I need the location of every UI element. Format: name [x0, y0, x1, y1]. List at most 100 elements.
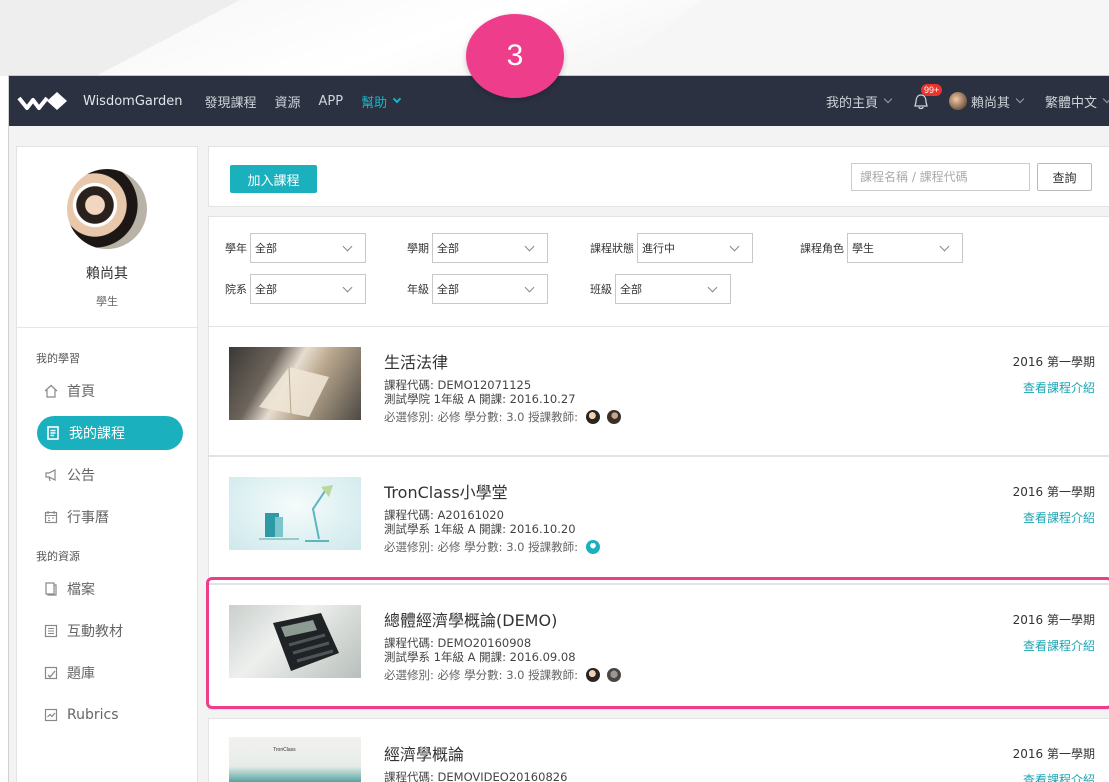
- grade-select[interactable]: 全部: [432, 274, 548, 304]
- course-card[interactable]: TronClass 經濟學概論 課程代碼: DEMOVIDEO20160826 …: [208, 718, 1109, 782]
- question-bank-icon: [43, 665, 59, 681]
- chevron-down-icon: [342, 241, 353, 252]
- join-course-button[interactable]: 加入課程: [230, 165, 317, 193]
- sidebar-item-label: Rubrics: [67, 707, 119, 723]
- course-intro-link[interactable]: 查看課程介紹: [1023, 771, 1095, 782]
- year-select[interactable]: 全部: [250, 233, 366, 263]
- logo[interactable]: WisdomGarden: [17, 90, 182, 112]
- filter-panel: 學年 全部 學期 全部 課程狀態 進行中 課程角色 學生 院系 全部 年級 全部…: [208, 216, 1109, 328]
- browser-window: WisdomGarden 發現課程 資源 APP 幫助 我的主頁 99+ 賴尚其: [8, 75, 1109, 782]
- megaphone-icon: [43, 467, 59, 483]
- sidebar-item-question-bank[interactable]: 題庫: [37, 656, 183, 690]
- course-thumbnail[interactable]: [229, 347, 361, 420]
- course-toolbar: 加入課程 查詢: [208, 146, 1109, 207]
- calculator-icon: [273, 613, 339, 671]
- user-menu[interactable]: 賴尚其: [948, 92, 1025, 111]
- course-intro-link[interactable]: 查看課程介紹: [1023, 379, 1095, 396]
- teacher-avatar[interactable]: [585, 410, 600, 424]
- user-name: 賴尚其: [970, 95, 1010, 111]
- course-code: 課程代碼: DEMOVIDEO20160826: [384, 770, 568, 782]
- sidebar-item-my-courses[interactable]: 我的課程: [37, 416, 183, 450]
- select-value: 進行中: [642, 242, 675, 255]
- course-term: 2016 第一學期: [1012, 485, 1095, 499]
- course-info: 測試學系 1年級 A 開課: 2016.10.20: [384, 522, 576, 536]
- course-title[interactable]: 經濟學概論: [384, 741, 464, 765]
- thumbnail-brand-text: TronClass: [273, 747, 296, 753]
- course-card[interactable]: 生活法律 課程代碼: DEMO12071125 測試學院 1年級 A 開課: 2…: [208, 326, 1109, 456]
- file-icon: [43, 581, 59, 597]
- sidebar-item-label: 公告: [67, 468, 95, 484]
- my-home-label: 我的主頁: [825, 95, 878, 111]
- sidebar-item-label: 檔案: [67, 582, 95, 598]
- teacher-avatar[interactable]: [607, 410, 622, 424]
- chevron-down-icon: [1015, 94, 1025, 104]
- sidebar-item-label: 首頁: [67, 384, 95, 400]
- course-term: 2016 第一學期: [1012, 355, 1095, 369]
- course-meta-text: 必選修別: 必修 學分數: 3.0 授課教師:: [384, 540, 579, 554]
- semester-select[interactable]: 全部: [432, 233, 548, 263]
- search-input[interactable]: [851, 163, 1030, 191]
- profile-name: 賴尚其: [86, 266, 128, 282]
- filter-label: 課程角色: [800, 242, 844, 255]
- select-value: 全部: [620, 283, 642, 296]
- nav-app[interactable]: APP: [319, 94, 344, 109]
- course-title[interactable]: 生活法律: [384, 349, 448, 373]
- sidebar-item-announcements[interactable]: 公告: [37, 458, 183, 492]
- teacher-avatar[interactable]: [585, 668, 600, 682]
- filter-year: 學年 全部: [225, 233, 366, 263]
- my-home-menu[interactable]: 我的主頁: [825, 92, 893, 111]
- chevron-down-icon: [342, 282, 353, 293]
- sidebar-item-calendar[interactable]: 行事曆: [37, 500, 183, 534]
- calendar-icon: [43, 509, 59, 525]
- filter-label: 年級: [407, 283, 429, 296]
- logo-text: WisdomGarden: [83, 93, 183, 109]
- status-select[interactable]: 進行中: [637, 233, 753, 263]
- course-card[interactable]: 總體經濟學概論(DEMO) 課程代碼: DEMO20160908 測試學系 1年…: [208, 584, 1109, 710]
- home-icon: [43, 383, 59, 399]
- chevron-down-icon: [392, 94, 402, 104]
- course-card[interactable]: TronClass小學堂 課程代碼: A20161020 測試學系 1年級 A …: [208, 456, 1109, 584]
- department-select[interactable]: 全部: [250, 274, 366, 304]
- notification-button[interactable]: 99+: [913, 84, 943, 112]
- role-select[interactable]: 學生: [847, 233, 963, 263]
- course-title[interactable]: 總體經濟學概論(DEMO): [384, 607, 557, 631]
- notification-badge: 99+: [920, 84, 943, 96]
- class-select[interactable]: 全部: [615, 274, 731, 304]
- teacher-avatar[interactable]: [585, 540, 600, 554]
- language-menu[interactable]: 繁體中文: [1045, 92, 1109, 111]
- course-meta: 必選修別: 必修 學分數: 3.0 授課教師:: [384, 409, 622, 425]
- desk-lamp-icon: [259, 485, 333, 542]
- select-value: 全部: [437, 242, 459, 255]
- filter-label: 學期: [407, 242, 429, 255]
- navbar-right: 我的主頁 99+ 賴尚其 繁體中文: [826, 76, 1109, 126]
- filter-label: 學年: [225, 242, 247, 255]
- nav-resources[interactable]: 資源: [274, 92, 300, 111]
- course-meta: 必選修別: 必修 學分數: 3.0 授課教師:: [384, 539, 600, 555]
- filter-status: 課程狀態 進行中: [590, 233, 753, 263]
- search-button[interactable]: 查詢: [1037, 163, 1092, 191]
- sidebar-item-rubrics[interactable]: Rubrics: [37, 698, 183, 732]
- course-meta-text: 必選修別: 必修 學分數: 3.0 授課教師:: [384, 668, 579, 682]
- course-thumbnail[interactable]: TronClass: [229, 737, 361, 782]
- top-navbar: WisdomGarden 發現課程 資源 APP 幫助 我的主頁 99+ 賴尚其: [9, 76, 1109, 126]
- filter-label: 課程狀態: [590, 242, 634, 255]
- language-label: 繁體中文: [1044, 95, 1097, 111]
- sidebar-item-files[interactable]: 檔案: [37, 572, 183, 606]
- course-thumbnail[interactable]: [229, 477, 361, 550]
- sidebar-item-interactive-materials[interactable]: 互動教材: [37, 614, 183, 648]
- course-title[interactable]: TronClass小學堂: [384, 479, 508, 503]
- course-thumbnail[interactable]: [229, 605, 361, 678]
- course-intro-link[interactable]: 查看課程介紹: [1023, 509, 1095, 526]
- avatar[interactable]: [67, 169, 147, 249]
- sidebar-item-home[interactable]: 首頁: [37, 374, 183, 408]
- chevron-down-icon: [939, 241, 950, 252]
- chevron-down-icon: [1102, 94, 1109, 104]
- teacher-avatar[interactable]: [607, 668, 622, 682]
- course-intro-link[interactable]: 查看課程介紹: [1023, 637, 1095, 654]
- select-value: 學生: [852, 242, 874, 255]
- nav-help[interactable]: 幫助: [361, 92, 402, 111]
- filter-department: 院系 全部: [225, 274, 366, 304]
- filter-role: 課程角色 學生: [800, 233, 963, 263]
- sidebar-item-label: 題庫: [67, 666, 95, 682]
- nav-discover-courses[interactable]: 發現課程: [204, 92, 256, 111]
